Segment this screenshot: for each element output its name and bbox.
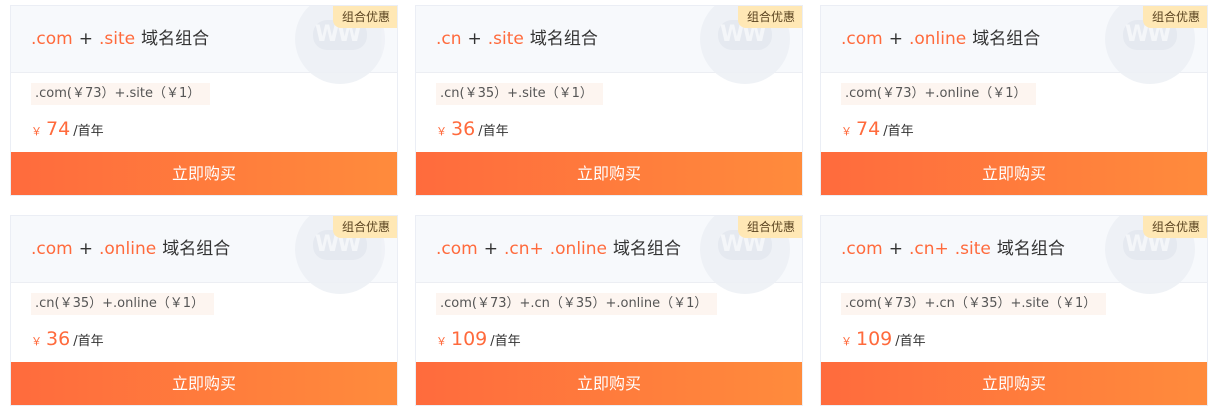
domain-ext: .com xyxy=(436,239,478,259)
price-value: 36 xyxy=(46,328,71,350)
bundle-detail: .com(￥73）+.site（￥1） xyxy=(31,83,211,105)
card-header: 组合优惠 .com+.cn+.site域名组合 xyxy=(821,216,1207,294)
currency-symbol: ￥ xyxy=(436,335,447,348)
currency-symbol: ￥ xyxy=(841,335,852,348)
price-value: 36 xyxy=(451,118,476,140)
bundle-title: .com + .cn+ .online 域名组合 xyxy=(436,216,681,283)
domain-ext: .cn+ xyxy=(908,239,949,259)
currency-symbol: ￥ xyxy=(31,335,42,348)
currency-symbol: ￥ xyxy=(436,125,447,138)
buy-now-button[interactable]: 立即购买 xyxy=(821,362,1207,405)
domain-ext: .com xyxy=(841,239,883,259)
bundle-card: 组合优惠 .cn+.site域名组合 .cn(￥35）+.site（￥1） ￥ 3… xyxy=(415,5,803,196)
promo-badge: 组合优惠 xyxy=(332,216,397,238)
bundle-title: .com + .site 域名组合 xyxy=(31,6,209,73)
price-value: 109 xyxy=(856,328,893,350)
price: ￥ 36/首年 xyxy=(436,116,509,142)
domain-ext: .com xyxy=(31,239,73,259)
domain-ext: .cn xyxy=(436,29,462,49)
bundle-suffix: 域名组合 xyxy=(162,239,231,259)
currency-symbol: ￥ xyxy=(841,125,852,138)
plus-sign: + xyxy=(888,239,903,259)
bundle-card: 组合优惠 .com+.cn+.site域名组合 .com(￥73）+.cn（￥3… xyxy=(820,215,1208,406)
domain-ext: .com xyxy=(31,29,73,49)
domain-bundle-grid: 组合优惠 .com+.site域名组合 .com(￥73）+.site（￥1） … xyxy=(0,0,1220,413)
bundle-title: .com + .online 域名组合 xyxy=(31,216,230,283)
bundle-title: .cn + .site 域名组合 xyxy=(436,6,598,73)
bundle-title: .com + .online 域名组合 xyxy=(841,6,1040,73)
domain-ext: .online xyxy=(549,239,608,259)
bundle-card: 组合优惠 .com+.online域名组合 .com(￥73）+.online（… xyxy=(820,5,1208,196)
buy-now-button[interactable]: 立即购买 xyxy=(11,362,397,405)
domain-ext: .com xyxy=(841,29,883,49)
buy-now-button[interactable]: 立即购买 xyxy=(416,362,802,405)
bundle-title: .com + .cn+ .site 域名组合 xyxy=(841,216,1065,283)
bundle-card: 组合优惠 .com+.online域名组合 .cn(￥35）+.online（￥… xyxy=(10,215,398,406)
card-header: 组合优惠 .cn+.site域名组合 xyxy=(416,6,802,84)
bundle-suffix: 域名组合 xyxy=(613,239,682,259)
price-unit: /首年 xyxy=(73,124,104,139)
domain-ext: .site xyxy=(98,29,136,49)
price: ￥ 74/首年 xyxy=(31,116,104,142)
domain-ext: .site xyxy=(487,29,524,49)
bundle-suffix: 域名组合 xyxy=(141,29,210,49)
card-header: 组合优惠 .com+.cn+.online域名组合 xyxy=(416,216,802,294)
price-value: 109 xyxy=(451,328,488,350)
bundle-card: 组合优惠 .com+.site域名组合 .com(￥73）+.site（￥1） … xyxy=(10,5,398,196)
bundle-detail: .com(￥73）+.online（￥1） xyxy=(841,83,1037,105)
bundle-detail: .com(￥73）+.cn（￥35）+.site（￥1） xyxy=(841,293,1107,315)
domain-ext: .cn+ xyxy=(503,239,544,259)
price-unit: /首年 xyxy=(478,124,509,139)
domain-ext: .site xyxy=(954,239,991,259)
bundle-detail: .cn(￥35）+.site（￥1） xyxy=(436,83,603,105)
price-unit: /首年 xyxy=(490,334,521,349)
bundle-suffix: 域名组合 xyxy=(529,29,598,49)
currency-symbol: ￥ xyxy=(31,125,42,138)
bundle-suffix: 域名组合 xyxy=(996,239,1065,259)
price-value: 74 xyxy=(46,118,71,140)
domain-ext: .online xyxy=(98,239,157,259)
plus-sign: + xyxy=(483,239,498,259)
price-value: 74 xyxy=(856,118,881,140)
price: ￥ 74/首年 xyxy=(841,116,914,142)
promo-badge: 组合优惠 xyxy=(1142,6,1207,28)
price: ￥ 109/首年 xyxy=(841,326,926,352)
price-unit: /首年 xyxy=(73,334,104,349)
card-header: 组合优惠 .com+.online域名组合 xyxy=(821,6,1207,84)
card-header: 组合优惠 .com+.online域名组合 xyxy=(11,216,397,294)
buy-now-button[interactable]: 立即购买 xyxy=(11,152,397,195)
card-header: 组合优惠 .com+.site域名组合 xyxy=(11,6,397,84)
buy-now-button[interactable]: 立即购买 xyxy=(821,152,1207,195)
domain-ext: .online xyxy=(908,29,967,49)
bundle-detail: .com(￥73）+.cn（￥35）+.online（￥1） xyxy=(436,293,718,315)
plus-sign: + xyxy=(888,29,903,49)
bundle-detail: .cn(￥35）+.online（￥1） xyxy=(31,293,215,315)
promo-badge: 组合优惠 xyxy=(737,216,802,238)
promo-badge: 组合优惠 xyxy=(332,6,397,28)
price-unit: /首年 xyxy=(895,334,926,349)
plus-sign: + xyxy=(78,29,93,49)
bundle-card: 组合优惠 .com+.cn+.online域名组合 .com(￥73）+.cn（… xyxy=(415,215,803,406)
buy-now-button[interactable]: 立即购买 xyxy=(416,152,802,195)
plus-sign: + xyxy=(78,239,93,259)
promo-badge: 组合优惠 xyxy=(737,6,802,28)
price: ￥ 109/首年 xyxy=(436,326,521,352)
promo-badge: 组合优惠 xyxy=(1142,216,1207,238)
price-unit: /首年 xyxy=(883,124,914,139)
price: ￥ 36/首年 xyxy=(31,326,104,352)
plus-sign: + xyxy=(467,29,482,49)
bundle-suffix: 域名组合 xyxy=(972,29,1041,49)
